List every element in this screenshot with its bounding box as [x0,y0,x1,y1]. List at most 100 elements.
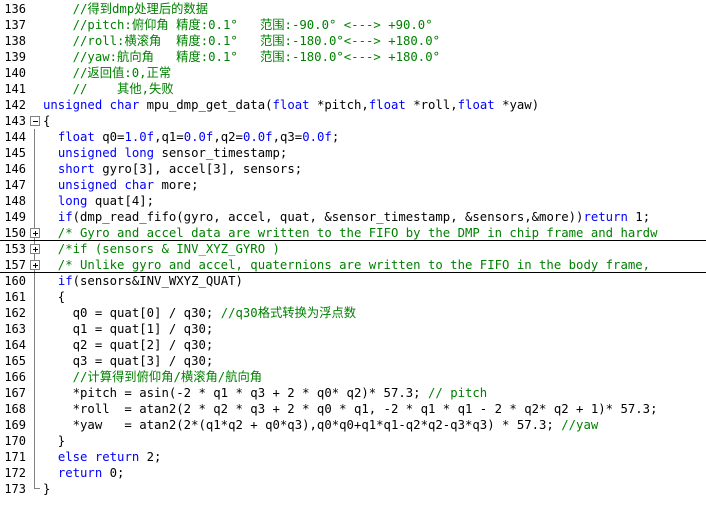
fold-expand-icon[interactable] [30,244,40,254]
fold-expand-icon[interactable] [30,260,40,270]
fold-margin [28,81,40,97]
fold-margin [28,193,40,209]
line-number: 137 [4,18,26,32]
line-number: 166 [4,370,26,384]
code-line[interactable]: 169 *yaw = atan2(2*(q1*q2 + q0*q3),q0*q0… [0,417,706,433]
code-line[interactable]: 137 //pitch:俯仰角 精度:0.1° 范围:-90.0° <---> … [0,17,706,33]
code-line[interactable]: 172 return 0; [0,465,706,481]
code-line[interactable]: 136 //得到dmp处理后的数据 [0,1,706,17]
code-text: short gyro[3], accel[3], sensors; [43,161,302,177]
code-line[interactable]: 140 //返回值:0,正常 [0,65,706,81]
keyword-token: float [57,130,95,144]
keyword-token: return [57,466,103,480]
code-line[interactable]: 166 //计算得到俯仰角/横滚角/航向角 [0,369,706,385]
code-token: gyro[3], accel[3], sensors; [94,162,303,176]
fold-margin [28,145,40,161]
code-editor[interactable]: 136 //得到dmp处理后的数据 137 //pitch:俯仰角 精度:0.1°… [0,0,706,506]
code-text: q1 = quat[1] / q30; [43,321,214,337]
keyword-token: float [368,98,406,112]
code-line[interactable]: 170 } [0,433,706,449]
line-number: 139 [4,50,26,64]
code-text: //roll:横滚角 精度:0.1° 范围:-180.0°<---> +180.… [43,33,440,49]
code-token: } [43,482,51,496]
keyword-token: 0.0f [302,130,332,144]
fold-expand-icon[interactable] [30,228,40,238]
code-token: ; [331,130,340,144]
code-line[interactable]: 148 long quat[4]; [0,193,706,209]
code-token: *yaw) [494,98,540,112]
code-line[interactable]: 150 /* Gyro and accel data are written t… [0,225,706,241]
keyword-token: long [57,194,88,208]
comment-token: /* Unlike gyro and accel, quaternions ar… [43,258,658,272]
code-token: q0 = quat[0] / q30; [43,306,221,320]
comment-token: //yaw [561,418,599,432]
fold-margin [28,417,40,433]
code-token: mpu_dmp_get_data( [139,98,273,112]
code-line[interactable]: 164 q2 = quat[2] / q30; [0,337,706,353]
fold-margin [28,257,40,273]
code-line[interactable]: 160 if(sensors&INV_WXYZ_QUAT) [0,273,706,289]
code-line[interactable]: 149 if(dmp_read_fifo(gyro, accel, quat, … [0,209,706,225]
code-line[interactable]: 146 short gyro[3], accel[3], sensors; [0,161,706,177]
line-number: 163 [4,322,26,336]
keyword-token: float [457,98,495,112]
line-number: 153 [4,242,26,256]
line-number: 140 [4,66,26,80]
fold-margin [28,17,40,33]
keyword-token: if [57,210,73,224]
code-line[interactable]: 143 { [0,113,706,129]
code-text: float q0=1.0f,q1=0.0f,q2=0.0f,q3=0.0f; [43,129,339,145]
code-line[interactable]: 142 unsigned char mpu_dmp_get_data(float … [0,97,706,113]
keyword-token: short [57,162,95,176]
line-number: 149 [4,210,26,224]
line-number: 138 [4,34,26,48]
comment-token: //计算得到俯仰角/横滚角/航向角 [43,370,263,384]
code-line[interactable]: 162 q0 = quat[0] / q30; //q30格式转换为浮点数 [0,305,706,321]
code-text: *yaw = atan2(2*(q1*q2 + q0*q3),q0*q0+q1*… [43,417,599,433]
fold-margin [28,209,40,225]
code-line[interactable]: 153 /*if (sensors & INV_XYZ_GYRO ) [0,241,706,257]
fold-margin [28,481,40,497]
code-line[interactable]: 171 else return 2; [0,449,706,465]
code-text: //得到dmp处理后的数据 [43,1,208,17]
code-text: long quat[4]; [43,193,154,209]
code-line[interactable]: 147 unsigned char more; [0,177,706,193]
code-line[interactable]: 173} [0,481,706,497]
code-token: { [43,290,66,304]
fold-margin [28,337,40,353]
fold-margin [28,369,40,385]
comment-token: //roll:横滚角 精度:0.1° 范围:-180.0°<---> +180.… [43,34,441,48]
fold-margin [28,33,40,49]
code-line[interactable]: 168 *roll = atan2(2 * q2 * q3 + 2 * q0 *… [0,401,706,417]
code-line[interactable]: 139 //yaw:航向角 精度:0.1° 范围:-180.0°<---> +1… [0,49,706,65]
line-number: 146 [4,162,26,176]
code-text: { [43,289,65,305]
line-number: 136 [4,2,26,16]
code-line[interactable]: 144 float q0=1.0f,q1=0.0f,q2=0.0f,q3=0.0… [0,129,706,145]
code-line[interactable]: 145 unsigned long sensor_timestamp; [0,145,706,161]
code-token: q1 = quat[1] / q30; [43,322,214,336]
line-number: 172 [4,466,26,480]
comment-token: //pitch:俯仰角 精度:0.1° 范围:-90.0° <---> +90.… [43,18,433,32]
fold-margin [28,321,40,337]
fold-margin [28,353,40,369]
line-number: 148 [4,194,26,208]
code-text: unsigned char more; [43,177,199,193]
code-line[interactable]: 163 q1 = quat[1] / q30; [0,321,706,337]
code-line[interactable]: 138 //roll:横滚角 精度:0.1° 范围:-180.0°<---> +… [0,33,706,49]
code-token: *roll = atan2(2 * q2 * q3 + 2 * q0 * q1,… [43,402,658,416]
line-number: 171 [4,450,26,464]
code-line[interactable]: 165 q3 = quat[3] / q30; [0,353,706,369]
code-text: unsigned long sensor_timestamp; [43,145,288,161]
code-token: 0; [102,466,125,480]
code-line[interactable]: 157 /* Unlike gyro and accel, quaternion… [0,257,706,273]
line-number: 160 [4,274,26,288]
code-line[interactable]: 167 *pitch = asin(-2 * q1 * q3 + 2 * q0*… [0,385,706,401]
code-line[interactable]: 161 { [0,289,706,305]
code-line[interactable]: 141 // 其他,失败 [0,81,706,97]
line-number: 169 [4,418,26,432]
line-number: 173 [4,482,26,496]
code-token: ,q2= [213,130,243,144]
code-token: *pitch = asin(-2 * q1 * q3 + 2 * q0* q2)… [43,386,428,400]
fold-collapse-icon[interactable] [30,116,40,126]
